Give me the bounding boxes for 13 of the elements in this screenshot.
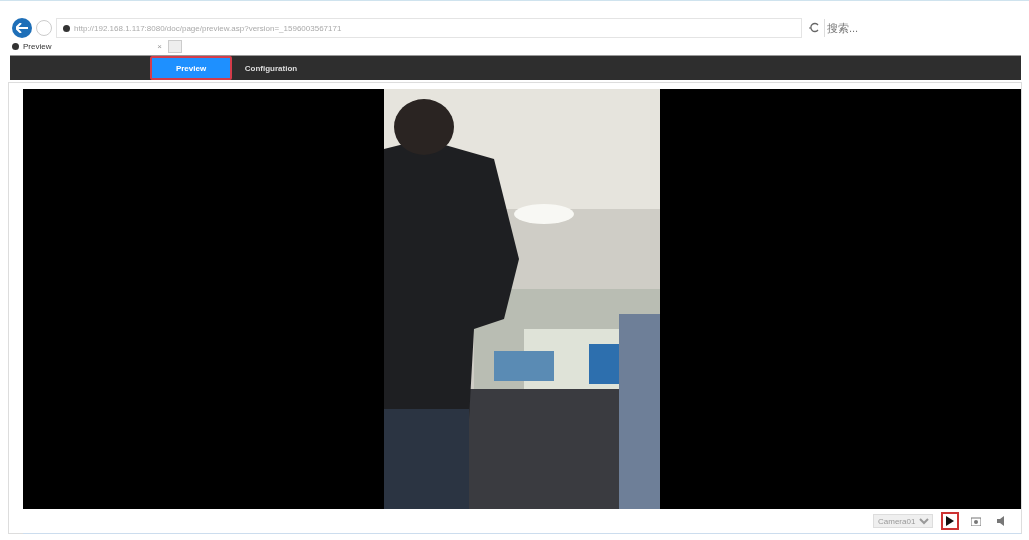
back-arrow-icon	[16, 23, 28, 33]
close-button[interactable]: ×	[157, 41, 162, 51]
globe-icon	[12, 42, 19, 50]
nav-tab[interactable]: Preview	[150, 56, 232, 80]
address-bar[interactable]: http://192.168.1.117:8080/doc/page/preview.asp?version=_1596003567171	[56, 18, 802, 38]
back-button[interactable]	[12, 18, 32, 38]
globe-icon	[63, 24, 70, 32]
play-icon	[945, 516, 955, 526]
nav-tab[interactable]: Configuration	[232, 56, 310, 80]
browser-tab[interactable]: Preview ×	[12, 41, 162, 51]
play-button[interactable]	[941, 512, 959, 530]
camera-select[interactable]: Camera01	[873, 514, 933, 528]
refresh-icon[interactable]	[806, 22, 820, 34]
